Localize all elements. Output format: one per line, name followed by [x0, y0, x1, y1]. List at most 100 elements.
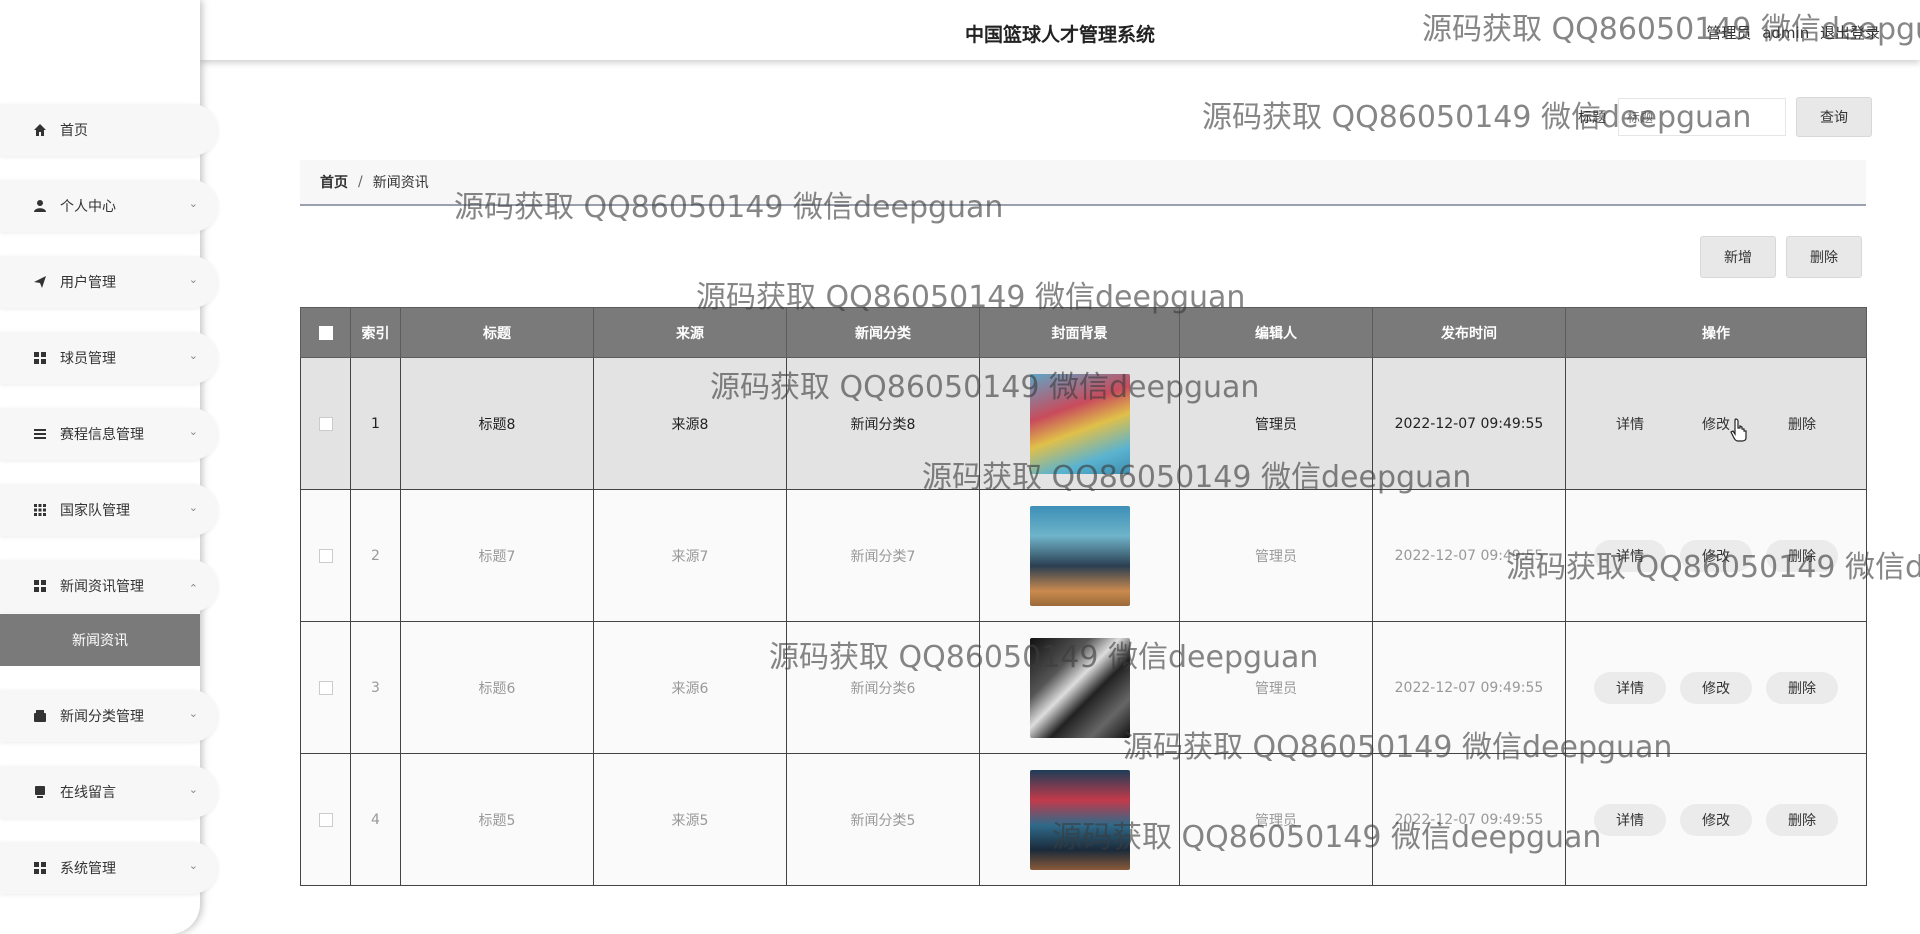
row-checkbox[interactable] [318, 416, 333, 431]
column-header: 索引 [350, 307, 401, 358]
send-icon [32, 274, 48, 290]
sidebar-item-label: 国家队管理 [60, 503, 130, 519]
wallet-icon [32, 708, 48, 724]
row-title: 标题8 [400, 357, 594, 490]
column-header: 封面背景 [979, 307, 1180, 358]
row-category: 新闻分类6 [786, 621, 980, 754]
row-editor: 管理员 [1179, 357, 1373, 490]
row-delete-button[interactable]: 删除 [1766, 539, 1838, 572]
user-icon [32, 198, 48, 214]
top-header: 中国篮球人才管理系统 管理员 admin 退出登录 [200, 0, 1920, 60]
chevron-down-icon: ⌄ [188, 425, 198, 438]
row-time: 2022-12-07 09:49:55 [1372, 357, 1566, 490]
table-row[interactable]: 4 标题5 来源5 新闻分类5 管理员 2022-12-07 09:49:55 … [300, 753, 1867, 886]
table-row[interactable]: 1 标题8 来源8 新闻分类8 管理员 2022-12-07 09:49:55 … [300, 357, 1867, 490]
sidebar-item-home[interactable]: 首页 [0, 104, 218, 156]
sidebar-item-label: 球员管理 [60, 351, 116, 367]
grid-icon [32, 860, 48, 876]
column-header: 标题 [400, 307, 594, 358]
sidebar-item-label: 首页 [60, 123, 88, 139]
sidebar-item-label: 新闻分类管理 [60, 709, 144, 725]
sidebar-item-user-management[interactable]: 用户管理 ⌄ [0, 256, 218, 308]
sidebar-item-news-management[interactable]: 新闻资讯管理 ⌃ [0, 560, 218, 612]
column-header: 发布时间 [1372, 307, 1566, 358]
row-index: 3 [350, 621, 401, 754]
row-editor: 管理员 [1179, 621, 1373, 754]
detail-button[interactable]: 详情 [1594, 539, 1666, 572]
sidebar-subitem-news[interactable]: 新闻资讯 [0, 614, 200, 666]
username: admin [1762, 24, 1810, 42]
chevron-down-icon: ⌄ [188, 273, 198, 286]
chevron-down-icon: ⌄ [188, 859, 198, 872]
row-source: 来源6 [593, 621, 787, 754]
user-area: 管理员 admin 退出登录 [1700, 22, 1880, 43]
select-all-checkbox[interactable] [318, 325, 333, 340]
chevron-down-icon: ⌄ [188, 707, 198, 720]
sidebar-item-national-team[interactable]: 国家队管理 ⌄ [0, 484, 218, 536]
row-checkbox[interactable] [318, 812, 333, 827]
row-time: 2022-12-07 09:49:55 [1372, 753, 1566, 886]
sidebar-subitem-label: 新闻资讯 [72, 633, 128, 649]
row-title: 标题6 [400, 621, 594, 754]
printer-icon [32, 784, 48, 800]
logout-link[interactable]: 退出登录 [1820, 24, 1880, 42]
sidebar-item-personal-center[interactable]: 个人中心 ⌄ [0, 180, 218, 232]
column-header: 新闻分类 [786, 307, 980, 358]
row-editor: 管理员 [1179, 489, 1373, 622]
cover-image [1029, 373, 1130, 474]
query-button[interactable]: 查询 [1796, 97, 1872, 137]
cover-image [1029, 505, 1130, 606]
detail-button[interactable]: 详情 [1594, 408, 1666, 440]
grid-icon [32, 578, 48, 594]
row-source: 来源5 [593, 753, 787, 886]
sidebar-item-label: 用户管理 [60, 275, 116, 291]
chevron-down-icon: ⌄ [188, 349, 198, 362]
breadcrumb: 首页 / 新闻资讯 [300, 160, 1866, 206]
delete-button[interactable]: 删除 [1786, 236, 1862, 278]
column-header: 编辑人 [1179, 307, 1373, 358]
table-row[interactable]: 2 标题7 来源7 新闻分类7 管理员 2022-12-07 09:49:55 … [300, 489, 1867, 622]
row-delete-button[interactable]: 删除 [1766, 803, 1838, 836]
hand-cursor-icon [1730, 418, 1748, 446]
cover-image [1029, 637, 1130, 738]
chevron-down-icon: ⌄ [188, 783, 198, 796]
row-category: 新闻分类5 [786, 753, 980, 886]
edit-button[interactable]: 修改 [1680, 671, 1752, 704]
edit-button[interactable]: 修改 [1680, 803, 1752, 836]
grid-icon [32, 350, 48, 366]
sidebar-item-label: 个人中心 [60, 199, 116, 215]
chevron-down-icon: ⌄ [188, 197, 198, 210]
row-time: 2022-12-07 09:49:55 [1372, 489, 1566, 622]
column-header: 操作 [1565, 307, 1867, 358]
breadcrumb-home[interactable]: 首页 [320, 172, 348, 192]
sidebar-item-label: 系统管理 [60, 861, 116, 877]
sidebar-item-online-message[interactable]: 在线留言 ⌄ [0, 766, 218, 818]
row-delete-button[interactable]: 删除 [1766, 671, 1838, 704]
row-delete-button[interactable]: 删除 [1766, 408, 1838, 440]
detail-button[interactable]: 详情 [1594, 803, 1666, 836]
row-category: 新闻分类7 [786, 489, 980, 622]
news-table: 索引 标题 来源 新闻分类 封面背景 编辑人 发布时间 操作 1 标题8 来源8… [300, 307, 1867, 886]
search-input[interactable] [1618, 98, 1786, 136]
home-icon [32, 122, 48, 138]
breadcrumb-separator: / [358, 174, 363, 190]
table-header-row: 索引 标题 来源 新闻分类 封面背景 编辑人 发布时间 操作 [300, 307, 1867, 358]
sidebar: 首页 个人中心 ⌄ 用户管理 ⌄ 球员管理 ⌄ 赛程信息管理 ⌄ 国家队管理 ⌄ [0, 0, 218, 934]
sidebar-item-schedule-management[interactable]: 赛程信息管理 ⌄ [0, 408, 218, 460]
search-label: 标题 [1578, 110, 1606, 126]
row-checkbox[interactable] [318, 680, 333, 695]
column-header: 来源 [593, 307, 787, 358]
sidebar-item-player-management[interactable]: 球员管理 ⌄ [0, 332, 218, 384]
sidebar-item-system-management[interactable]: 系统管理 ⌄ [0, 842, 218, 894]
edit-button[interactable]: 修改 [1680, 539, 1752, 572]
row-index: 2 [350, 489, 401, 622]
sidebar-item-news-category[interactable]: 新闻分类管理 ⌄ [0, 690, 218, 742]
row-checkbox[interactable] [318, 548, 333, 563]
row-title: 标题5 [400, 753, 594, 886]
row-index: 1 [350, 357, 401, 490]
apps-icon [32, 502, 48, 518]
table-row[interactable]: 3 标题6 来源6 新闻分类6 管理员 2022-12-07 09:49:55 … [300, 621, 1867, 754]
detail-button[interactable]: 详情 [1594, 671, 1666, 704]
sidebar-item-label: 赛程信息管理 [60, 427, 144, 443]
add-button[interactable]: 新增 [1700, 236, 1776, 278]
